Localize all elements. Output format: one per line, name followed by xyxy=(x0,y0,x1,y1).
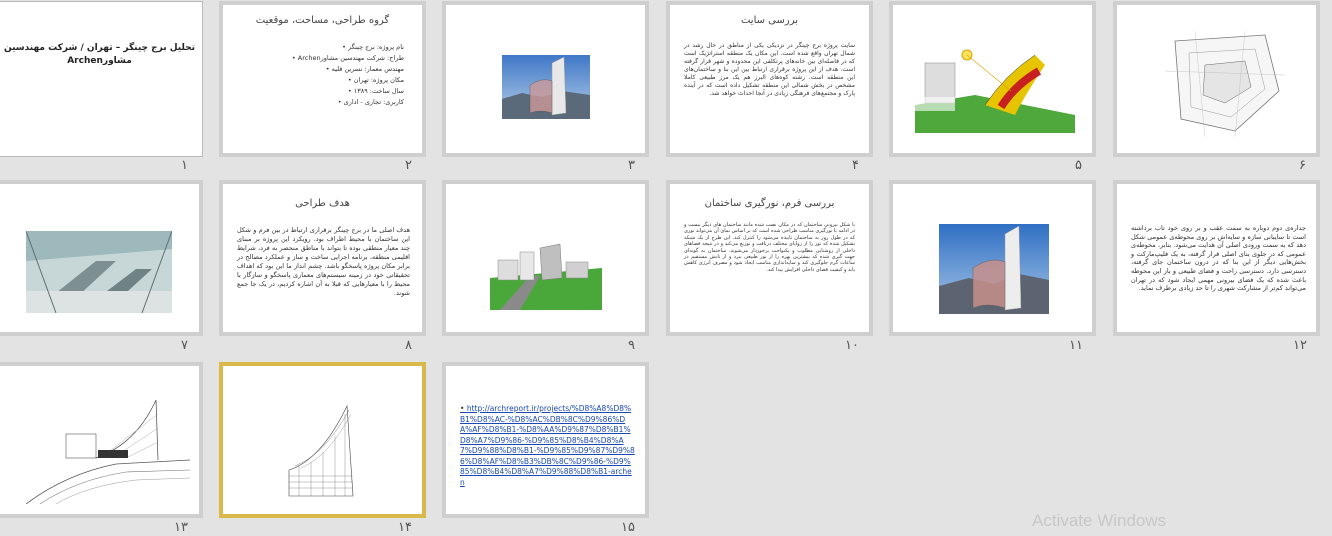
slide-number: ۶ xyxy=(1299,158,1306,173)
slide-number: ١٠ xyxy=(845,338,859,353)
slide-body-text: جداره‌ی دوم دوباره به سمت عقب و بر روی خ… xyxy=(1131,224,1306,293)
slide-number: ٢ xyxy=(405,158,412,173)
slide-number: ۵ xyxy=(1075,158,1082,173)
slide-number: ١۵ xyxy=(621,520,635,535)
slide-thumbnail-9[interactable] xyxy=(442,180,649,336)
slide-thumbnail-4[interactable]: بررسی سایت سایت پروژه برج چینگر در نزدیک… xyxy=(666,1,873,157)
hyperlink[interactable]: http://archreport.ir/projects/%D8%A8%D8%… xyxy=(460,404,635,488)
slide-number: ۴ xyxy=(852,158,859,173)
tower-photo-image xyxy=(502,55,590,119)
slide-body-text: با شکل بیرونی ساختمان که در مکان نصب شده… xyxy=(684,222,855,273)
tower-photo-2-image xyxy=(939,224,1049,314)
activation-watermark: Activate Windows xyxy=(1032,511,1167,530)
slide-title: بررسی فرم، نورگیری ساختمان xyxy=(704,198,835,209)
slide-number: ١٣ xyxy=(174,520,188,535)
slide-thumbnail-11[interactable] xyxy=(889,180,1096,336)
slide-number: ١٢ xyxy=(1293,338,1307,353)
slide-thumbnail-8[interactable]: هدف طراحی هدف اصلی ما در برج چینگر برقرا… xyxy=(219,180,426,336)
slide-title: هدف طراحی xyxy=(295,198,350,209)
site-model-image xyxy=(490,243,602,310)
interior-render-image xyxy=(26,231,172,313)
sun-diagram-image xyxy=(915,49,1075,133)
slide-number: ١١ xyxy=(1069,338,1083,353)
slide-title: تحلیل برج چینگر – تهران / شرکت مهندسین م… xyxy=(3,43,195,66)
wireframe-tower-image xyxy=(288,404,354,497)
slide-number: ١ xyxy=(181,158,188,173)
sketch-perspective-image xyxy=(26,399,190,504)
slide-title: گروه طراحی، مساحت، موقعیت xyxy=(255,15,390,26)
slide-thumbnail-3[interactable] xyxy=(442,1,649,157)
slide-number: ٩ xyxy=(628,338,635,353)
slide-thumbnail-15[interactable]: http://archreport.ir/projects/%D8%A8%D8%… xyxy=(442,362,649,518)
slide-thumbnail-6[interactable] xyxy=(1113,1,1320,157)
slide-body-text: سایت پروژه برج چینگر در نزدیکی یکی از من… xyxy=(684,42,855,97)
slide-title: بررسی سایت xyxy=(740,15,799,26)
site-plan-image xyxy=(1165,31,1285,137)
slide-body-text: هدف اصلی ما در برج چینگر برقراری ارتباط … xyxy=(237,226,410,297)
slide-thumbnail-2[interactable]: گروه طراحی، مساحت، موقعیت نام پروژه: برج… xyxy=(219,1,426,157)
slide-number: ١۴ xyxy=(398,520,412,535)
slide-thumbnail-12[interactable]: جداره‌ی دوم دوباره به سمت عقب و بر روی خ… xyxy=(1113,180,1320,336)
slide-thumbnail-7[interactable] xyxy=(0,180,203,336)
slide-thumbnail-1[interactable]: تحلیل برج چینگر – تهران / شرکت مهندسین م… xyxy=(0,1,203,157)
slide-number: ٣ xyxy=(628,158,635,173)
bullet-list: نام پروژه: برج چینگرطراح: شرکت مهندسین م… xyxy=(244,42,404,108)
slide-thumbnail-10[interactable]: بررسی فرم، نورگیری ساختمان با شکل بیرونی… xyxy=(666,180,873,336)
slide-thumbnail-13[interactable] xyxy=(0,362,203,518)
slide-thumbnail-5[interactable] xyxy=(889,1,1096,157)
slide-number: ٨ xyxy=(405,338,412,353)
slide-number: ٧ xyxy=(181,338,188,353)
slide-thumbnail-14[interactable] xyxy=(219,362,426,518)
